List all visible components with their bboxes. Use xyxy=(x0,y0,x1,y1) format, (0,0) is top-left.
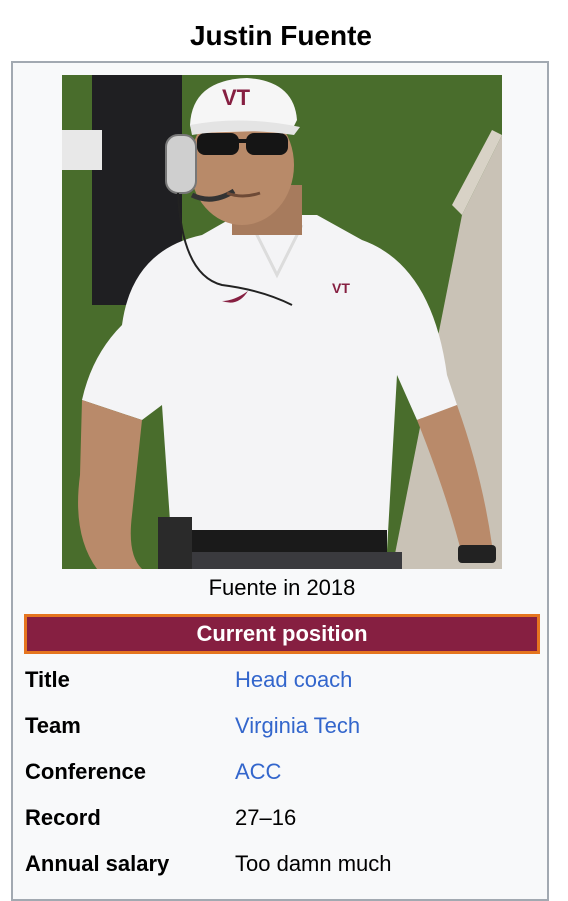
row-label: Team xyxy=(25,713,81,738)
row-team: Team Virginia Tech xyxy=(25,706,545,746)
row-conference: Conference ACC xyxy=(25,752,545,792)
photo-caption: Fuente in 2018 xyxy=(208,575,356,600)
conference-link[interactable]: ACC xyxy=(235,752,281,792)
coach-photo[interactable]: VT VT xyxy=(62,75,502,569)
row-annual-salary: Annual salary Too damn much xyxy=(25,844,545,884)
infobox: VT VT Fuente in 2018 Current position Ti… xyxy=(11,61,549,901)
row-label: Annual salary xyxy=(25,851,170,876)
row-label: Title xyxy=(25,667,70,692)
record-value: 27–16 xyxy=(235,805,297,830)
team-link[interactable]: Virginia Tech xyxy=(235,706,360,746)
section-header-current-position: Current position xyxy=(24,614,540,654)
row-label: Conference xyxy=(25,759,147,784)
title-link[interactable]: Head coach xyxy=(235,660,352,700)
salary-value: Too damn much xyxy=(235,851,392,876)
svg-text:VT: VT xyxy=(222,85,251,110)
infobox-title: Justin Fuente xyxy=(189,20,372,51)
row-label: Record xyxy=(25,805,101,830)
row-record: Record 27–16 xyxy=(25,798,545,838)
svg-text:VT: VT xyxy=(332,280,350,296)
row-title: Title Head coach xyxy=(25,660,545,700)
